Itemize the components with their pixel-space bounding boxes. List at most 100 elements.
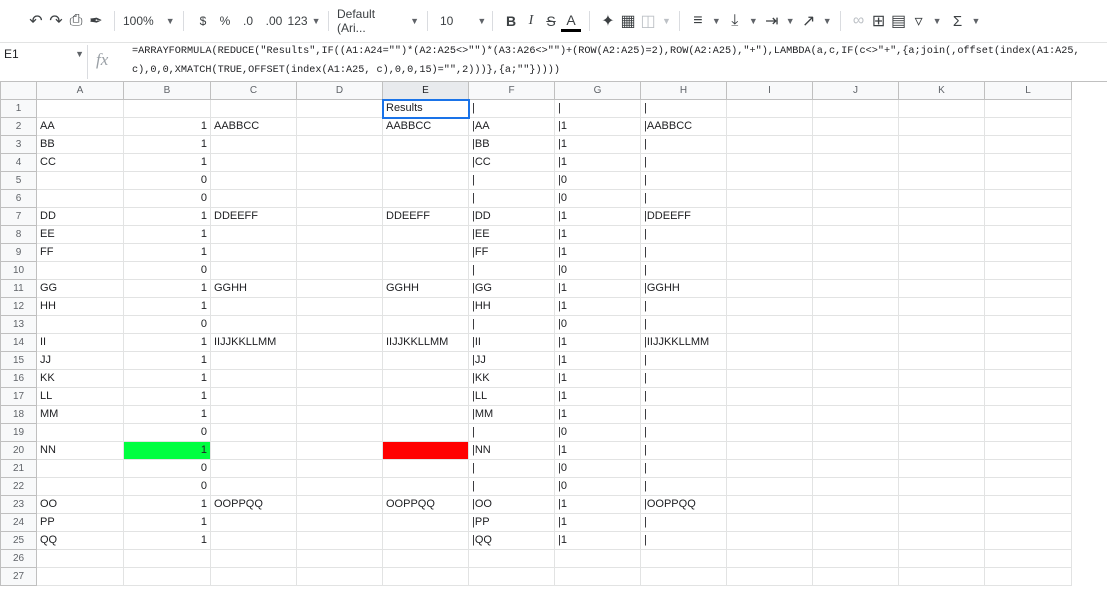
cell-b23[interactable]: 1 xyxy=(123,495,211,514)
cell-f10[interactable]: | xyxy=(468,261,555,280)
cell-i24[interactable] xyxy=(726,513,813,532)
cell-e6[interactable] xyxy=(382,189,469,208)
cell-g1[interactable]: | xyxy=(554,99,641,118)
cell-e18[interactable] xyxy=(382,405,469,424)
font-select[interactable]: Default (Ari... ▼ xyxy=(337,7,419,35)
cell-e25[interactable] xyxy=(382,531,469,550)
cell-k1[interactable] xyxy=(898,99,985,118)
cell-e17[interactable] xyxy=(382,387,469,406)
cell-l25[interactable] xyxy=(984,531,1072,550)
cell-d20[interactable] xyxy=(296,441,383,460)
cell-g16[interactable]: |1 xyxy=(554,369,641,388)
row-header[interactable]: 10 xyxy=(0,261,37,280)
cell-a7[interactable]: DD xyxy=(36,207,124,226)
cell-f7[interactable]: |DD xyxy=(468,207,555,226)
cell-d14[interactable] xyxy=(296,333,383,352)
cell-g9[interactable]: |1 xyxy=(554,243,641,262)
cell-c27[interactable] xyxy=(210,567,297,586)
cell-a27[interactable] xyxy=(36,567,124,586)
cell-j5[interactable] xyxy=(812,171,899,190)
cell-d12[interactable] xyxy=(296,297,383,316)
cell-e20[interactable] xyxy=(382,441,469,460)
cell-k25[interactable] xyxy=(898,531,985,550)
row-header[interactable]: 18 xyxy=(0,405,37,424)
cell-c21[interactable] xyxy=(210,459,297,478)
cell-k13[interactable] xyxy=(898,315,985,334)
cell-c18[interactable] xyxy=(210,405,297,424)
cell-h25[interactable]: | xyxy=(640,531,727,550)
cell-i6[interactable] xyxy=(726,189,813,208)
row-header[interactable]: 11 xyxy=(0,279,37,298)
italic-button[interactable]: I xyxy=(521,9,541,33)
cell-g23[interactable]: |1 xyxy=(554,495,641,514)
cell-d1[interactable] xyxy=(296,99,383,118)
cell-e5[interactable] xyxy=(382,171,469,190)
cell-g20[interactable]: |1 xyxy=(554,441,641,460)
cell-h21[interactable]: | xyxy=(640,459,727,478)
cell-d22[interactable] xyxy=(296,477,383,496)
cell-g27[interactable] xyxy=(554,567,641,586)
cell-k19[interactable] xyxy=(898,423,985,442)
text-wrapping-icon[interactable]: ⇥ xyxy=(762,9,782,33)
cell-a6[interactable] xyxy=(36,189,124,208)
cell-h5[interactable]: | xyxy=(640,171,727,190)
cell-a26[interactable] xyxy=(36,549,124,568)
cell-f22[interactable]: | xyxy=(468,477,555,496)
cell-k16[interactable] xyxy=(898,369,985,388)
cell-b14[interactable]: 1 xyxy=(123,333,211,352)
cell-f5[interactable]: | xyxy=(468,171,555,190)
cell-g17[interactable]: |1 xyxy=(554,387,641,406)
cell-b9[interactable]: 1 xyxy=(123,243,211,262)
cell-d27[interactable] xyxy=(296,567,383,586)
zoom-select[interactable]: 100% ▼ xyxy=(123,9,175,33)
cell-b15[interactable]: 1 xyxy=(123,351,211,370)
cell-j20[interactable] xyxy=(812,441,899,460)
font-size-select[interactable]: 10 ▼ xyxy=(436,9,486,33)
cell-k6[interactable] xyxy=(898,189,985,208)
undo-icon[interactable]: ↶ xyxy=(26,9,46,33)
cell-l1[interactable] xyxy=(984,99,1072,118)
cell-e4[interactable] xyxy=(382,153,469,172)
row-header[interactable]: 25 xyxy=(0,531,37,550)
row-header[interactable]: 6 xyxy=(0,189,37,208)
cell-i5[interactable] xyxy=(726,171,813,190)
cell-h9[interactable]: | xyxy=(640,243,727,262)
cell-f27[interactable] xyxy=(468,567,555,586)
cell-l10[interactable] xyxy=(984,261,1072,280)
cell-f11[interactable]: |GG xyxy=(468,279,555,298)
merge-cells-icon[interactable]: ◫ xyxy=(638,9,658,33)
cell-k18[interactable] xyxy=(898,405,985,424)
cell-d6[interactable] xyxy=(296,189,383,208)
cell-e15[interactable] xyxy=(382,351,469,370)
cell-a4[interactable]: CC xyxy=(36,153,124,172)
cell-e21[interactable] xyxy=(382,459,469,478)
row-header[interactable]: 21 xyxy=(0,459,37,478)
cell-g3[interactable]: |1 xyxy=(554,135,641,154)
row-header[interactable]: 8 xyxy=(0,225,37,244)
cell-l3[interactable] xyxy=(984,135,1072,154)
cell-d2[interactable] xyxy=(296,117,383,136)
column-header-a[interactable]: A xyxy=(36,81,124,100)
cell-d21[interactable] xyxy=(296,459,383,478)
functions-button[interactable]: Σ xyxy=(948,9,968,33)
cell-d11[interactable] xyxy=(296,279,383,298)
cell-h15[interactable]: | xyxy=(640,351,727,370)
cell-i20[interactable] xyxy=(726,441,813,460)
row-header[interactable]: 24 xyxy=(0,513,37,532)
cell-b4[interactable]: 1 xyxy=(123,153,211,172)
cell-l11[interactable] xyxy=(984,279,1072,298)
cell-h26[interactable] xyxy=(640,549,727,568)
cell-d3[interactable] xyxy=(296,135,383,154)
cell-g15[interactable]: |1 xyxy=(554,351,641,370)
row-header[interactable]: 13 xyxy=(0,315,37,334)
cell-g22[interactable]: |0 xyxy=(554,477,641,496)
cell-g11[interactable]: |1 xyxy=(554,279,641,298)
cell-c1[interactable] xyxy=(210,99,297,118)
cell-f19[interactable]: | xyxy=(468,423,555,442)
currency-button[interactable]: $ xyxy=(192,9,214,33)
cell-j12[interactable] xyxy=(812,297,899,316)
cell-l5[interactable] xyxy=(984,171,1072,190)
cell-j10[interactable] xyxy=(812,261,899,280)
cell-b7[interactable]: 1 xyxy=(123,207,211,226)
cell-f26[interactable] xyxy=(468,549,555,568)
